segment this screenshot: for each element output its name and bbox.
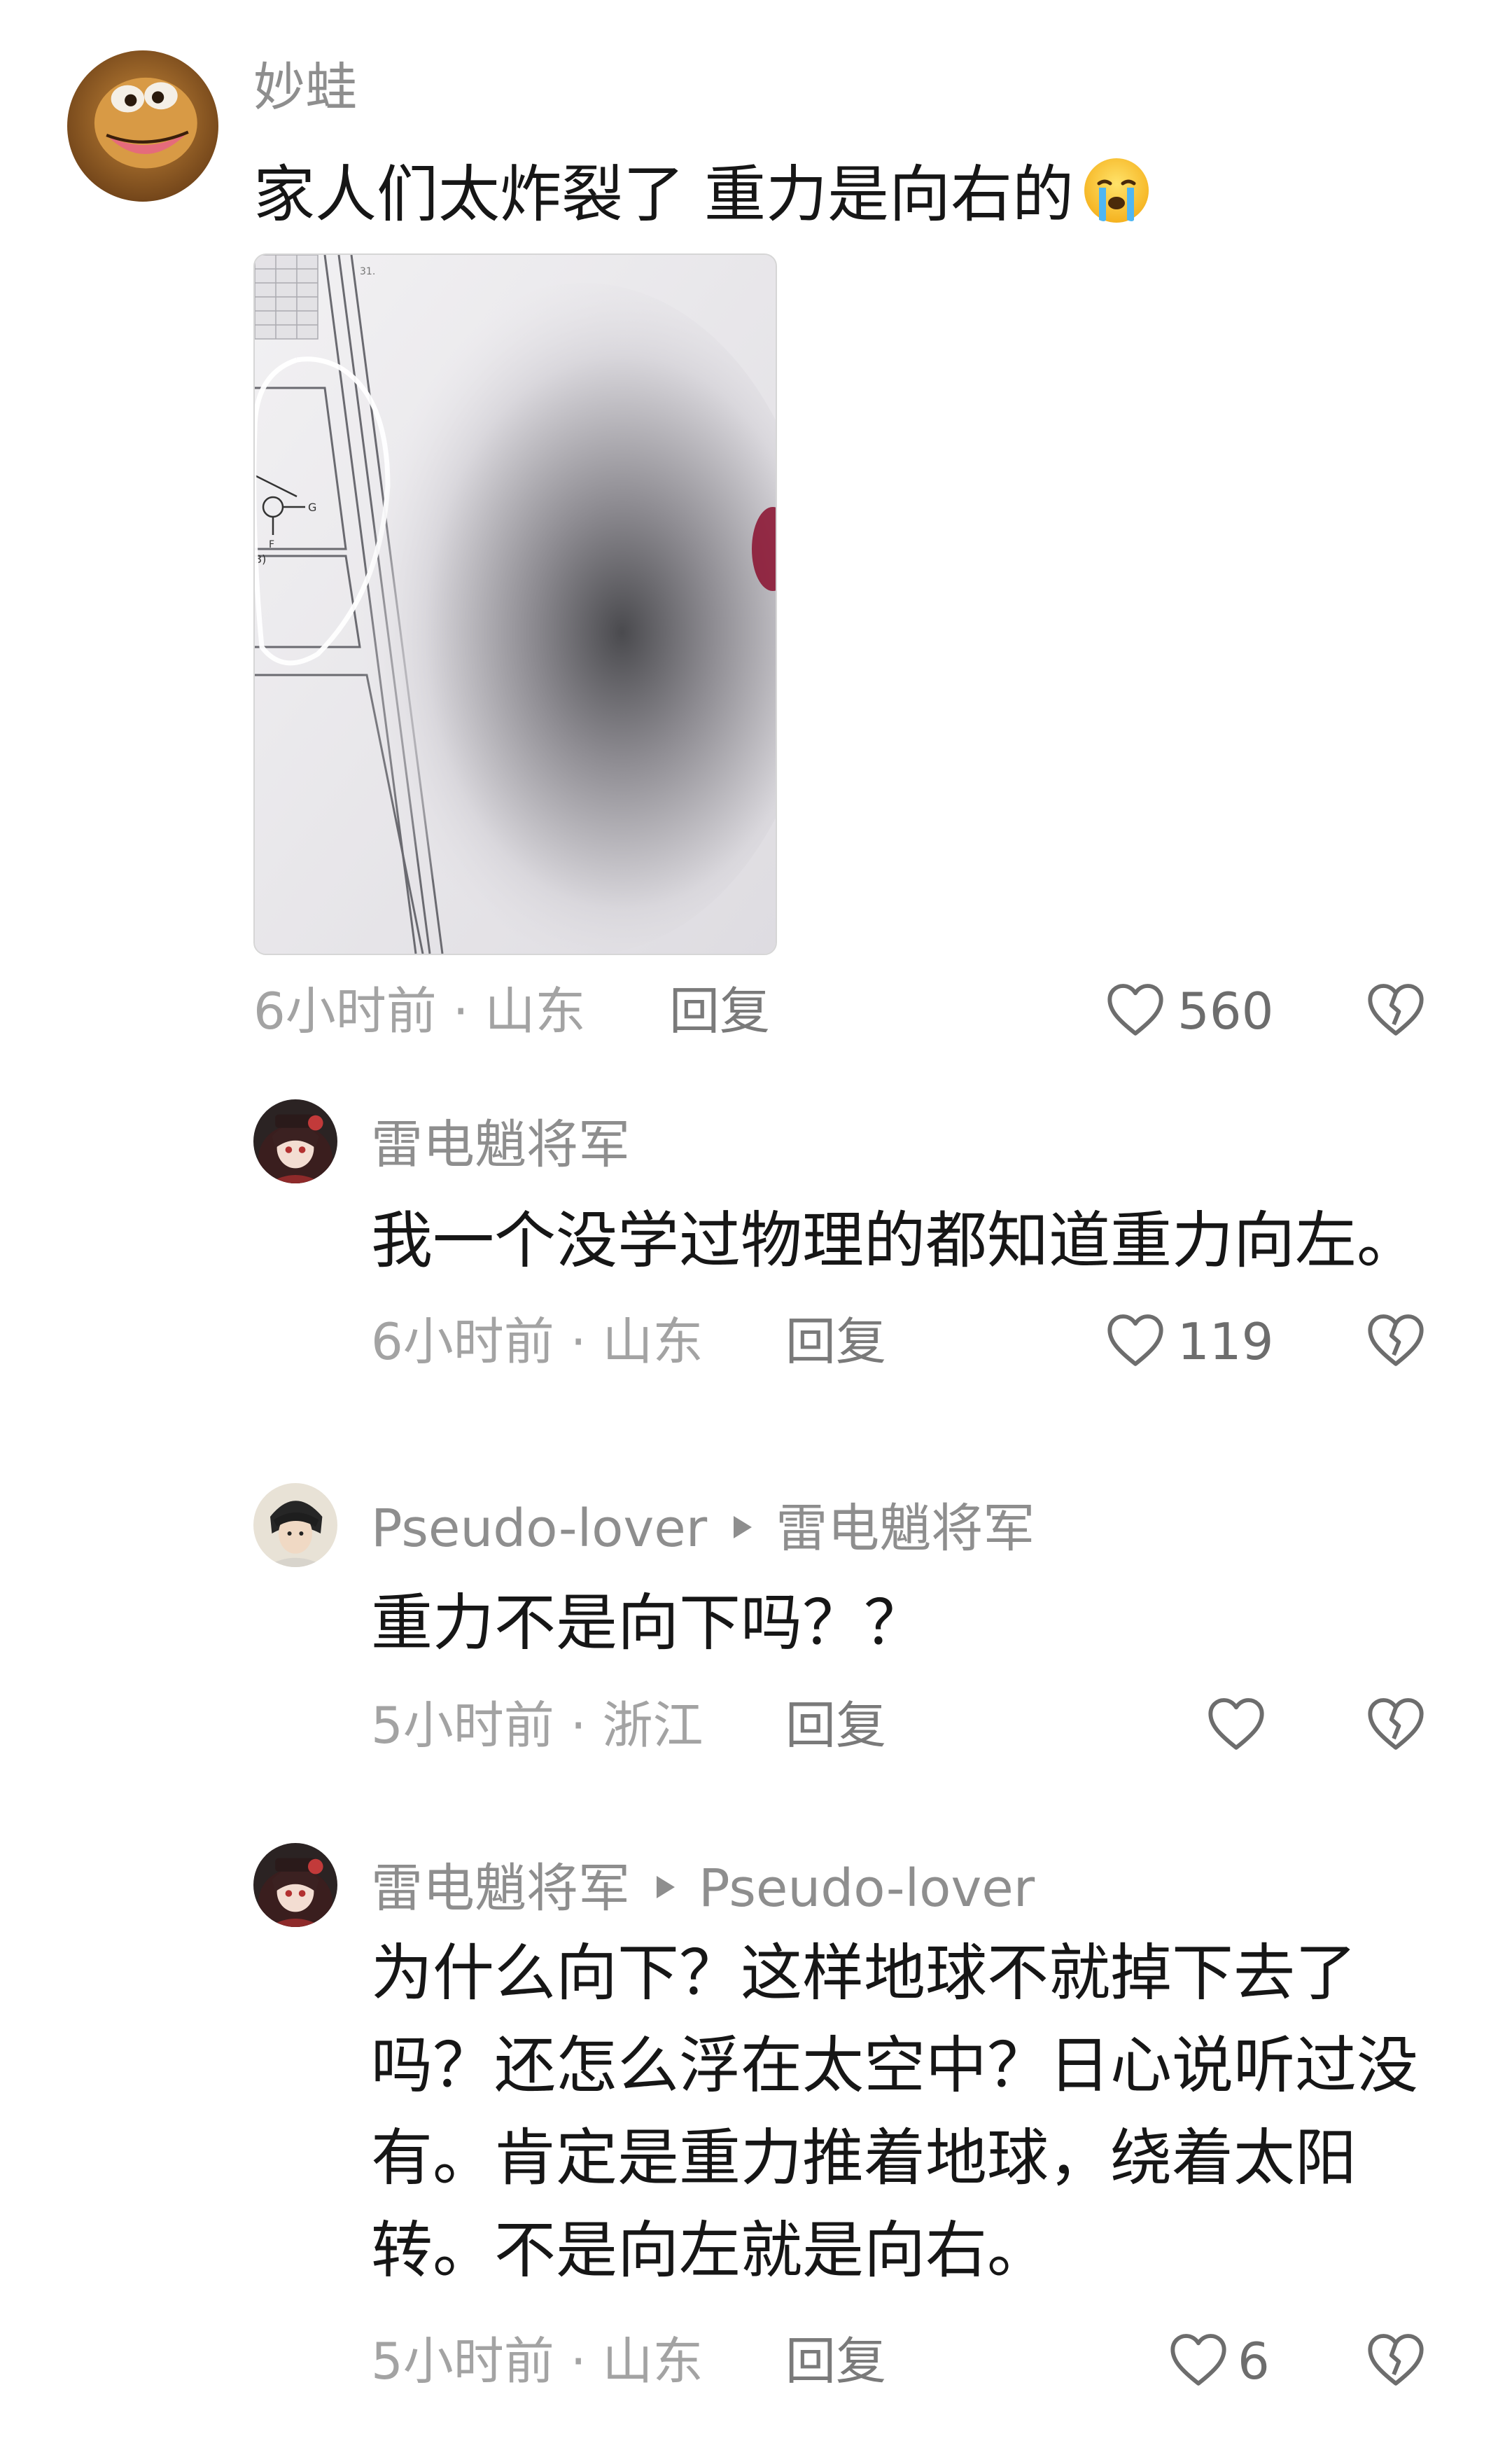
svg-text:F: F (269, 539, 274, 550)
comment-text-line: 为什么向下？这样地球不就掉下去了 (371, 1937, 1357, 2009)
broken-heart-icon[interactable] (1365, 1695, 1427, 1755)
comment-meta: 5小时前 · 山东 (371, 2332, 704, 2391)
comment-text: 家人们太炸裂了 重力是向右的 (253, 153, 1155, 235)
reply-button[interactable]: 回复 (785, 1316, 886, 1367)
heart-outline-icon[interactable] (1205, 1695, 1267, 1755)
avatar-miaowa[interactable] (67, 50, 218, 202)
svg-text:G: G (308, 501, 316, 514)
username[interactable]: 妙蛙 (253, 62, 357, 113)
comment-text-line: 有。肯定是重力推着地球，绕着太阳 (371, 2122, 1357, 2194)
crying-face-icon (1078, 153, 1155, 235)
username-line: 雷电魈将军 Pseudo-lover (371, 1863, 1035, 1914)
comment-meta: 6小时前 · 山东 (253, 982, 586, 1041)
reply-button[interactable]: 回复 (785, 1700, 886, 1751)
svg-text:31.: 31. (360, 266, 375, 277)
comment-text-line: 吗？还怎么浮在太空中？日心说听过没 (371, 2029, 1419, 2101)
username[interactable]: 雷电魈将军 (371, 1858, 630, 1919)
comment-meta: 5小时前 · 浙江 (371, 1696, 704, 1755)
avatar-leidian[interactable] (253, 1099, 337, 1183)
comment-text-content: 家人们太炸裂了 重力是向右的 (253, 158, 1074, 230)
comment-text-line: 转。不是向左就是向右。 (371, 2214, 1049, 2286)
reply-to-username[interactable]: 雷电魈将军 (776, 1498, 1035, 1559)
like-count: 6 (1238, 2332, 1270, 2391)
avatar-pseudo-lover[interactable] (253, 1483, 337, 1567)
username[interactable]: Pseudo-lover (371, 1498, 707, 1559)
broken-heart-icon[interactable] (1365, 980, 1427, 1041)
comment-text: 我一个没学过物理的都知道重力向左。 (371, 1204, 1419, 1277)
like-count: 119 (1177, 1312, 1274, 1371)
username[interactable]: 雷电魈将军 (371, 1119, 630, 1171)
comment-text: 为什么向下？这样地球不就掉下去了 吗？还怎么浮在太空中？日心说听过没 有。肯定是… (371, 1927, 1418, 2297)
attached-photo[interactable]: 31. G F 3) (253, 253, 777, 955)
heart-outline-icon[interactable] (1105, 1311, 1166, 1371)
reply-arrow-icon (734, 1516, 752, 1539)
broken-heart-icon[interactable] (1365, 1311, 1427, 1371)
reply-to-username[interactable]: Pseudo-lover (699, 1858, 1035, 1919)
username-line: Pseudo-lover 雷电魈将军 (371, 1503, 1035, 1555)
broken-heart-icon[interactable] (1365, 2330, 1427, 2391)
heart-outline-icon[interactable] (1168, 2330, 1229, 2391)
reply-arrow-icon (657, 1876, 675, 1899)
comment-text: 重力不是向下吗？？ (371, 1587, 926, 1659)
comment-meta: 6小时前 · 山东 (371, 1312, 704, 1371)
like-count: 560 (1177, 982, 1274, 1041)
heart-outline-icon[interactable] (1105, 980, 1166, 1041)
reply-button[interactable]: 回复 (669, 986, 770, 1036)
reply-button[interactable]: 回复 (785, 2336, 886, 2386)
avatar-leidian[interactable] (253, 1843, 337, 1927)
